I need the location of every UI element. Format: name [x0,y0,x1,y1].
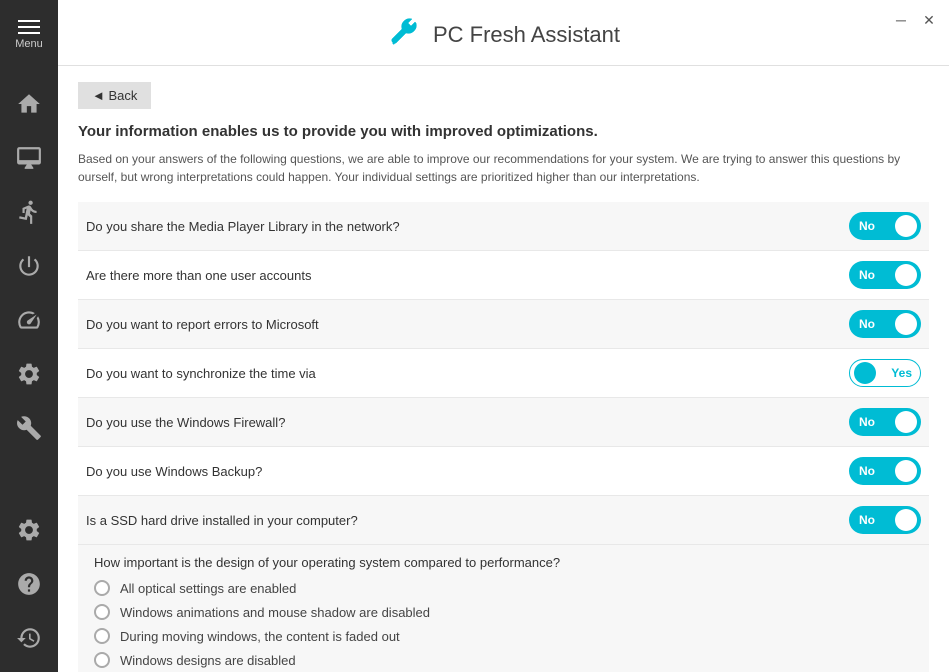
question-row-q4: Do you want to synchronize the time via Y… [78,349,929,398]
section-description: Based on your answers of the following q… [78,150,929,186]
monitor-icon [16,145,42,171]
toggle-label-q2: No [859,268,875,282]
question-row-q2: Are there more than one user accounts No [78,251,929,300]
toggle-label-q5: No [859,415,875,429]
radio-options-list: All optical settings are enabled Windows … [94,580,921,672]
toggle-q4[interactable]: Yes [849,359,921,387]
content-area: ◄ Back Your information enables us to pr… [58,66,949,672]
tools-icon [16,415,42,441]
radio-label-opt4: Windows designs are disabled [120,653,296,668]
radio-circle-opt3 [94,628,110,644]
history-icon [16,625,42,651]
radio-item-opt3[interactable]: During moving windows, the content is fa… [94,628,921,644]
question-label-q2: Are there more than one user accounts [86,268,311,283]
design-question-group: How important is the design of your oper… [78,545,929,672]
optimize-icon [16,199,42,225]
help-icon [16,571,42,597]
question-label-q5: Do you use the Windows Firewall? [86,415,285,430]
radio-circle-opt2 [94,604,110,620]
sidebar-item-home[interactable] [0,78,58,130]
toggle-circle-q1 [895,215,917,237]
sidebar-item-help[interactable] [0,558,58,610]
radio-label-opt2: Windows animations and mouse shadow are … [120,605,430,620]
sidebar-item-monitor[interactable] [0,132,58,184]
question-row-q3: Do you want to report errors to Microsof… [78,300,929,349]
radio-item-opt1[interactable]: All optical settings are enabled [94,580,921,596]
radio-circle-opt4 [94,652,110,668]
section-title: Your information enables us to provide y… [78,123,929,140]
toggle-circle-q7 [895,509,917,531]
menu-button[interactable]: Menu [0,0,58,70]
toggle-circle-q5 [895,411,917,433]
menu-label: Menu [15,38,43,50]
app-title: PC Fresh Assistant [433,22,620,48]
sidebar-item-history[interactable] [0,612,58,664]
radio-label-opt1: All optical settings are enabled [120,581,296,596]
sidebar-item-settings[interactable] [0,348,58,400]
question-row-q5: Do you use the Windows Firewall? No [78,398,929,447]
back-button[interactable]: ◄ Back [78,82,151,109]
question-label-q1: Do you share the Media Player Library in… [86,219,400,234]
toggle-q1[interactable]: No [849,212,921,240]
radio-label-opt3: During moving windows, the content is fa… [120,629,400,644]
toggle-q2[interactable]: No [849,261,921,289]
sidebar-item-config[interactable] [0,504,58,556]
app-logo: PC Fresh Assistant [387,14,620,55]
question-label-q7: Is a SSD hard drive installed in your co… [86,513,358,528]
titlebar-controls: ─ ✕ [891,10,939,30]
toggle-q3[interactable]: No [849,310,921,338]
question-label-q4: Do you want to synchronize the time via [86,366,316,381]
toggle-circle-q3 [895,313,917,335]
toggle-q5[interactable]: No [849,408,921,436]
toggle-q7[interactable]: No [849,506,921,534]
minimize-button[interactable]: ─ [891,10,911,30]
toggle-circle-q2 [895,264,917,286]
speed-icon [16,307,42,333]
question-label-q6: Do you use Windows Backup? [86,464,262,479]
sidebar-nav [0,70,58,504]
home-icon [16,91,42,117]
power-icon [16,253,42,279]
app-icon [387,14,423,55]
sidebar-bottom [0,504,58,672]
toggle-circle-q6 [895,460,917,482]
sidebar-item-power[interactable] [0,240,58,292]
question-row-q6: Do you use Windows Backup? No [78,447,929,496]
close-button[interactable]: ✕ [919,10,939,30]
toggle-circle-q4 [854,362,876,384]
hamburger-icon [18,20,40,34]
config-icon [16,517,42,543]
toggle-q6[interactable]: No [849,457,921,485]
sidebar-item-speed[interactable] [0,294,58,346]
radio-circle-opt1 [94,580,110,596]
sidebar-item-tools[interactable] [0,402,58,454]
radio-item-opt4[interactable]: Windows designs are disabled [94,652,921,668]
toggle-label-q3: No [859,317,875,331]
radio-item-opt2[interactable]: Windows animations and mouse shadow are … [94,604,921,620]
question-row-q7: Is a SSD hard drive installed in your co… [78,496,929,545]
toggle-label-q6: No [859,464,875,478]
titlebar: PC Fresh Assistant ─ ✕ [58,0,949,66]
toggle-label-q7: No [859,513,875,527]
settings-icon [16,361,42,387]
question-row-q1: Do you share the Media Player Library in… [78,202,929,251]
sidebar-item-optimize[interactable] [0,186,58,238]
question-label-q3: Do you want to report errors to Microsof… [86,317,319,332]
design-question-title: How important is the design of your oper… [94,555,921,570]
toggle-label-q1: No [859,219,875,233]
questions-list: Do you share the Media Player Library in… [78,202,929,545]
toggle-label-q4: Yes [891,366,912,380]
wrench-icon [387,14,423,50]
main-content: PC Fresh Assistant ─ ✕ ◄ Back Your infor… [58,0,949,672]
sidebar: Menu [0,0,58,672]
